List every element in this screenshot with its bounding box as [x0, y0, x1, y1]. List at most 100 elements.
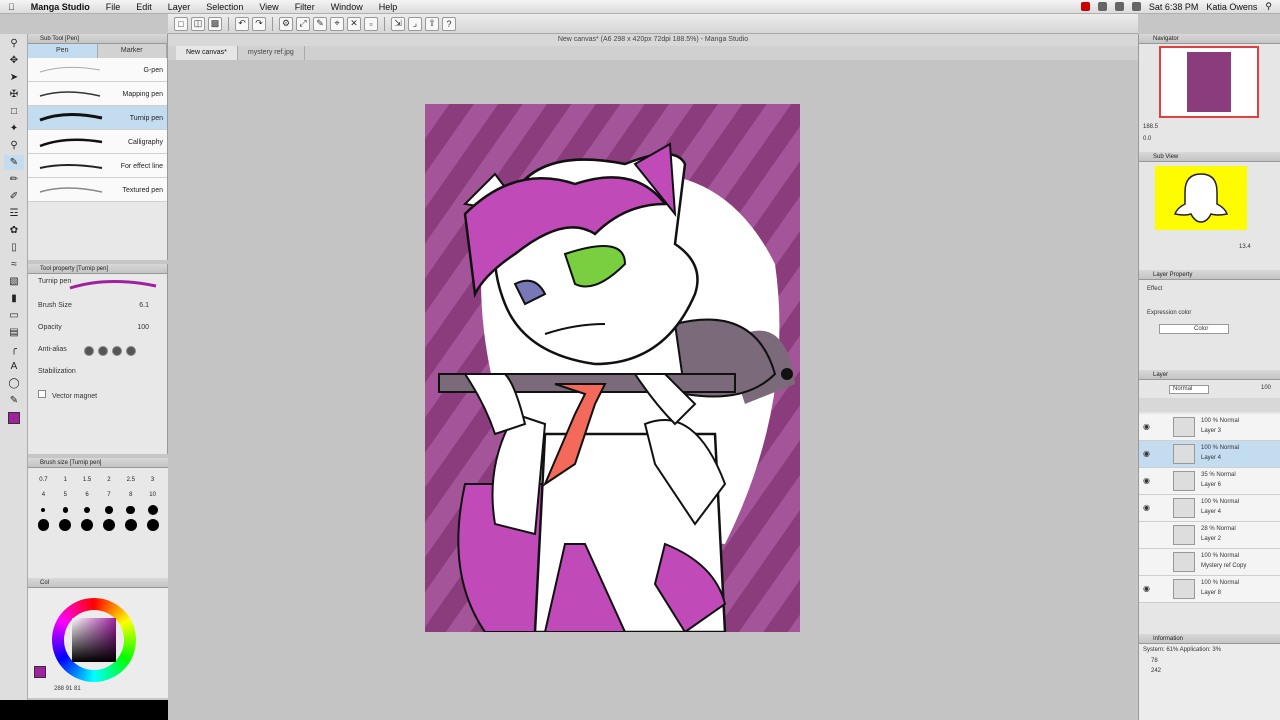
brush-size-option[interactable]: 2.5 — [121, 474, 140, 486]
eraser-icon[interactable]: ▯ — [4, 240, 24, 255]
blend-icon[interactable]: ≈ — [4, 257, 24, 272]
brush-size-row[interactable]: Brush Size 6.1 — [28, 298, 167, 320]
opacity-value[interactable]: 100 — [137, 324, 149, 331]
layer-row[interactable]: 100 % Normal Mystery ref Copy — [1139, 549, 1280, 576]
search-icon[interactable]: ⚲ — [1265, 1, 1272, 12]
correct-line-icon[interactable]: ✎ — [4, 393, 24, 408]
visibility-eye-icon[interactable]: ◉ — [1143, 503, 1150, 512]
vector-magnet-row[interactable]: Vector magnet — [28, 386, 167, 408]
brush-size-option[interactable]: 1 — [56, 474, 75, 486]
ruler-tool-icon[interactable]: ╭ — [4, 342, 24, 357]
frame-icon[interactable]: ▤ — [4, 325, 24, 340]
tab-pen[interactable]: Pen — [28, 44, 98, 58]
layer-row[interactable]: ◉ 100 % Normal Layer 4 — [1139, 441, 1280, 468]
panel-header[interactable]: Sub Tool [Pen] — [28, 34, 167, 44]
brush-size-option[interactable] — [121, 519, 140, 531]
vector-magnet-checkbox[interactable] — [38, 390, 46, 398]
navigator-thumbnail[interactable] — [1159, 46, 1259, 118]
fill-icon[interactable]: ▧ — [4, 274, 24, 289]
layer-row[interactable]: ◉ 35 % Normal Layer 6 — [1139, 468, 1280, 495]
sub-view-zoom[interactable]: 13.4 — [1239, 244, 1251, 250]
brush-size-option[interactable] — [100, 519, 119, 531]
blend-mode-select[interactable]: Normal — [1169, 385, 1209, 394]
settings-icon[interactable]: ⚙ — [279, 16, 293, 31]
brush-size-option[interactable]: 10 — [143, 489, 162, 501]
brush-size-option[interactable] — [121, 504, 140, 516]
eyedropper-icon[interactable]: ⚲ — [4, 138, 24, 153]
tab-mystery-ref[interactable]: mystery ref.jpg — [238, 46, 305, 60]
angle-value[interactable]: 0.0 — [1143, 136, 1151, 142]
anti-alias-options[interactable] — [84, 346, 136, 356]
menu-window[interactable]: Window — [323, 2, 371, 12]
visibility-eye-icon[interactable]: ◉ — [1143, 584, 1150, 593]
opacity-row[interactable]: Opacity 100 — [28, 320, 167, 342]
snap-icon[interactable]: ⇲ — [391, 16, 405, 31]
layer-header[interactable]: Layer — [1139, 370, 1280, 380]
brush-effect-line[interactable]: For effect line — [28, 154, 167, 178]
figure-icon[interactable]: ▭ — [4, 308, 24, 323]
gradient-icon[interactable]: ▮ — [4, 291, 24, 306]
menu-layer[interactable]: Layer — [160, 2, 199, 12]
decoration-icon[interactable]: ✿ — [4, 223, 24, 238]
visibility-eye-icon[interactable]: ◉ — [1143, 449, 1150, 458]
app-menu[interactable]: Manga Studio — [23, 2, 98, 12]
visibility-eye-icon[interactable]: ◉ — [1143, 476, 1150, 485]
save-icon[interactable]: ▩ — [208, 16, 222, 31]
brush-textured-pen[interactable]: Textured pen — [28, 178, 167, 202]
canvas-work-area[interactable] — [168, 60, 1136, 720]
sub-view-header[interactable]: Sub View — [1139, 152, 1280, 162]
clear-icon[interactable]: ▫ — [364, 16, 378, 31]
transform-icon[interactable]: ⤢ — [296, 16, 310, 31]
panel-header[interactable]: Col — [28, 578, 168, 588]
move-icon[interactable]: ✥ — [4, 53, 24, 68]
balloon-icon[interactable]: ◯ — [4, 376, 24, 391]
brush-size-option[interactable]: 7 — [100, 489, 119, 501]
brush-size-option[interactable]: 4 — [34, 489, 53, 501]
layer-row[interactable]: ◉ 100 % Normal Layer 3 — [1139, 414, 1280, 441]
wifi-icon[interactable] — [1097, 2, 1107, 11]
brush-size-option[interactable] — [100, 504, 119, 516]
navigator-header[interactable]: Navigator — [1139, 34, 1280, 44]
new-icon[interactable]: □ — [174, 16, 188, 31]
panel-header[interactable]: Tool property [Turnip pen] — [28, 264, 167, 274]
layer-opacity-value[interactable]: 100 — [1261, 385, 1271, 391]
brush-size-option[interactable]: 2 — [100, 474, 119, 486]
apple-icon[interactable]:  — [0, 2, 23, 12]
information-header[interactable]: Information — [1139, 634, 1280, 644]
brush-g-pen[interactable]: G-pen — [28, 58, 167, 82]
brush-size-option[interactable]: 0.7 — [34, 474, 53, 486]
volume-icon[interactable] — [1114, 2, 1124, 11]
brush-size-option[interactable]: 3 — [143, 474, 162, 486]
color-wheel[interactable] — [52, 598, 136, 682]
clock[interactable]: Sat 6:38 PM — [1149, 2, 1199, 12]
menu-help[interactable]: Help — [371, 2, 406, 12]
panel-header[interactable]: Brush size [Turnip pen] — [28, 458, 168, 468]
crop-icon[interactable]: ⌖ — [330, 16, 344, 31]
brush-size-option[interactable]: 5 — [56, 489, 75, 501]
move-layer-icon[interactable]: ✠ — [4, 87, 24, 102]
brush-size-option[interactable] — [34, 504, 53, 516]
pen-icon[interactable]: ✎ — [313, 16, 327, 31]
brush-size-option[interactable] — [143, 504, 162, 516]
sub-view-image[interactable] — [1155, 166, 1247, 230]
brush-calligraphy[interactable]: Calligraphy — [28, 130, 167, 154]
layer-row[interactable]: 28 % Normal Layer 2 — [1139, 522, 1280, 549]
brush-size-value[interactable]: 6.1 — [139, 302, 149, 309]
tab-marker[interactable]: Marker — [98, 44, 167, 58]
layer-property-header[interactable]: Layer Property — [1139, 270, 1280, 280]
saturation-value-square[interactable] — [72, 618, 116, 662]
expression-color-select[interactable]: Color — [1159, 324, 1229, 334]
menu-view[interactable]: View — [251, 2, 286, 12]
brush-size-option[interactable]: 8 — [121, 489, 140, 501]
help-icon[interactable]: ? — [442, 16, 456, 31]
current-color-swatch[interactable] — [34, 666, 46, 678]
layer-row[interactable]: ◉ 100 % Normal Layer 8 — [1139, 576, 1280, 603]
visibility-eye-icon[interactable]: ◉ — [1143, 422, 1150, 431]
open-icon[interactable]: ◫ — [191, 16, 205, 31]
ruler-icon[interactable]: ⌟ — [408, 16, 422, 31]
brush-size-option[interactable] — [78, 519, 97, 531]
layer-row[interactable]: ◉ 100 % Normal Layer 4 — [1139, 495, 1280, 522]
battery-icon[interactable] — [1131, 2, 1141, 11]
brush-size-option[interactable]: 6 — [78, 489, 97, 501]
brush-size-option[interactable] — [34, 519, 53, 531]
